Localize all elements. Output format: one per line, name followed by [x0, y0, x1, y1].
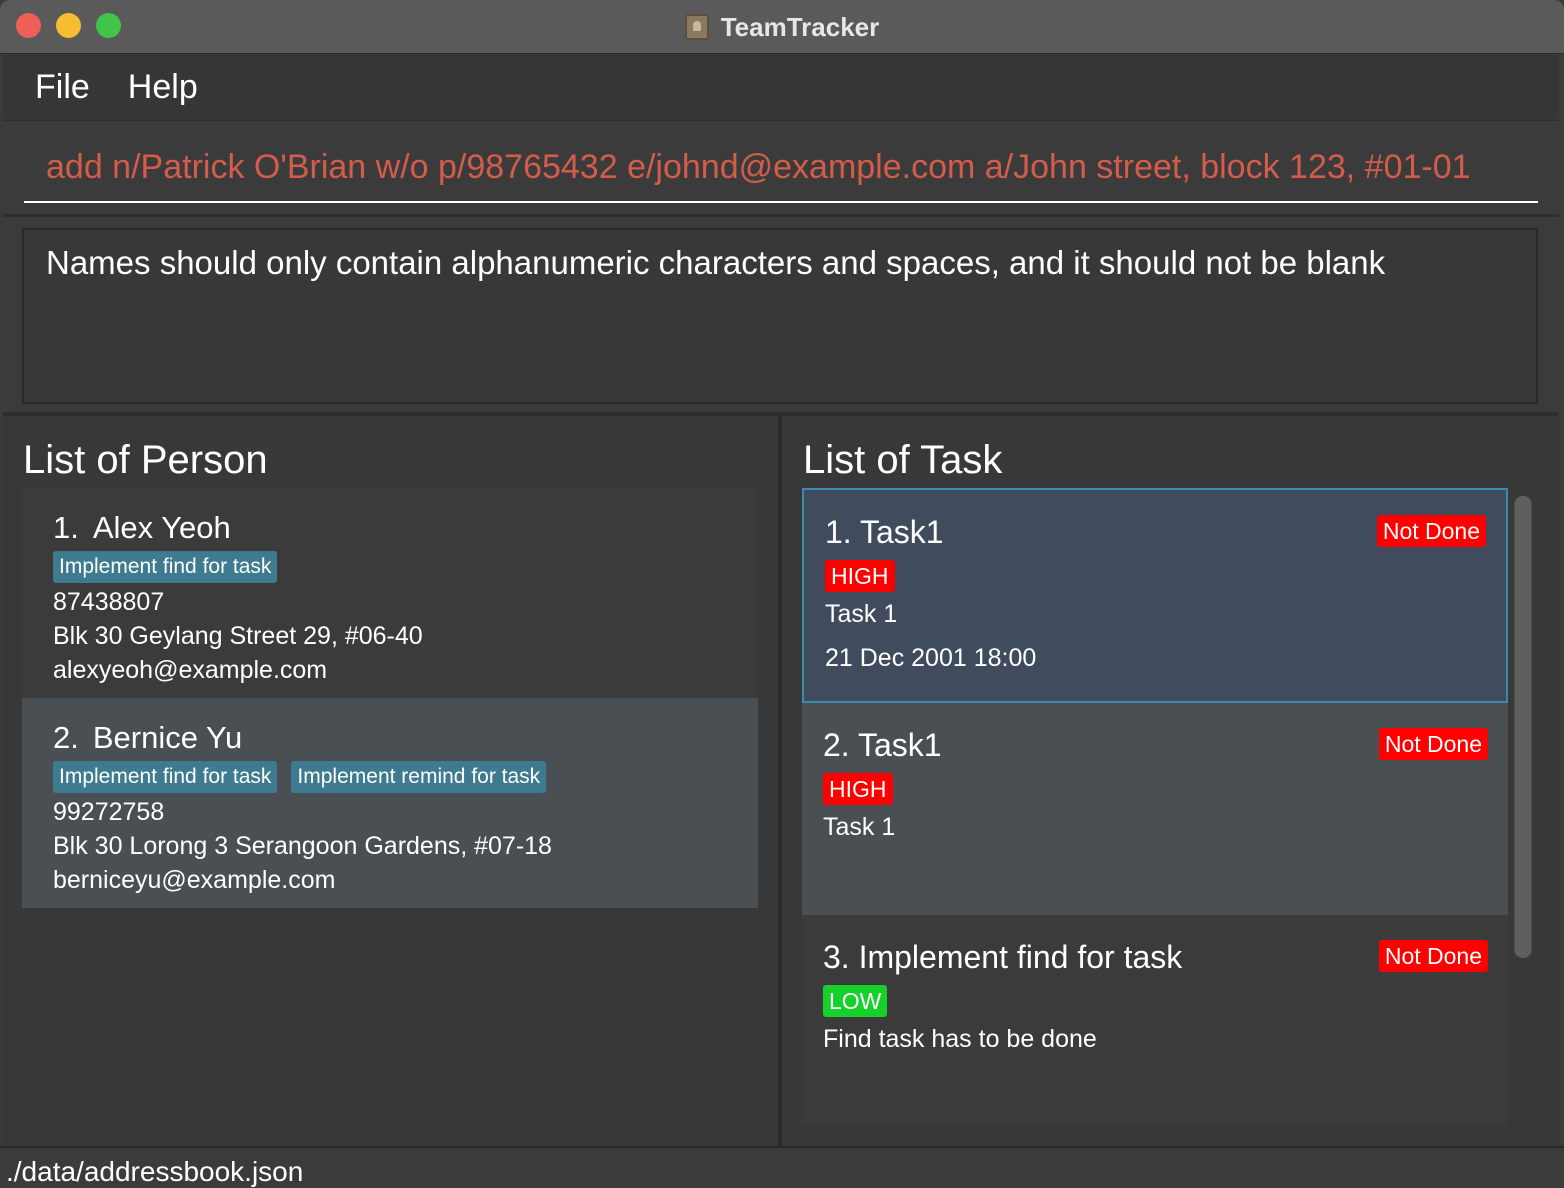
task-deadline: 21 Dec 2001 18:00: [825, 644, 1037, 672]
person-phone: 99272758: [53, 798, 165, 826]
person-tags: Implement find for task: [53, 551, 758, 583]
person-name: Alex Yeoh: [92, 510, 231, 545]
task-status-badge: Not Done: [1378, 940, 1488, 972]
task-description: Task 1: [823, 813, 896, 841]
person-tags: Implement find for task Implement remind…: [53, 761, 758, 793]
task-status-badge: Not Done: [1376, 515, 1486, 547]
person-tag: Implement find for task: [53, 761, 278, 793]
task-list-panel: List of Task 1. Task1 Not Done HIGH Task…: [782, 416, 1559, 1146]
status-bar: ./data/addressbook.json: [0, 1146, 1564, 1188]
task-card[interactable]: 3. Implement find for task Not Done LOW …: [802, 915, 1508, 1125]
scrollbar-thumb[interactable]: [1515, 496, 1531, 958]
menu-help[interactable]: Help: [128, 68, 198, 107]
result-display-panel: Names should only contain alphanumeric c…: [3, 214, 1559, 414]
contacts-book-icon: [684, 14, 709, 40]
person-email: alexyeoh@example.com: [53, 656, 328, 684]
title-bar: TeamTracker: [0, 0, 1564, 54]
person-phone: 87438807: [53, 588, 165, 616]
save-file-path: ./data/addressbook.json: [6, 1156, 304, 1187]
command-input[interactable]: [24, 133, 1538, 203]
person-email: berniceyu@example.com: [53, 866, 336, 894]
task-card-selected[interactable]: 1. Task1 Not Done HIGH Task 1 21 Dec 200…: [802, 488, 1508, 703]
task-description: Task 1: [825, 600, 898, 628]
person-tag: Implement remind for task: [291, 761, 547, 793]
task-priority-badge: HIGH: [825, 560, 895, 592]
menu-bar: File Help: [3, 55, 1559, 119]
person-list-heading: List of Person: [23, 438, 268, 482]
menu-file[interactable]: File: [35, 68, 90, 107]
person-list-panel: List of Person 1. Alex Yeoh Implement fin…: [3, 416, 778, 1146]
person-name-row: 2. Bernice Yu: [53, 716, 758, 760]
person-name: Bernice Yu: [92, 720, 243, 755]
person-address: Blk 30 Geylang Street 29, #06-40: [53, 622, 423, 650]
person-index: 1.: [53, 510, 79, 545]
person-name-row: 1. Alex Yeoh: [53, 506, 758, 550]
task-list-heading: List of Task: [803, 438, 1003, 482]
person-card[interactable]: 1. Alex Yeoh Implement find for task 8743…: [22, 488, 758, 698]
task-priority-badge: LOW: [823, 985, 888, 1017]
task-card[interactable]: 2. Task1 Not Done HIGH Task 1: [802, 703, 1508, 915]
task-status-badge: Not Done: [1378, 728, 1488, 760]
result-display: Names should only contain alphanumeric c…: [22, 228, 1538, 404]
window-title: TeamTracker: [720, 11, 880, 42]
person-tag: Implement find for task: [53, 551, 278, 583]
task-description: Find task has to be done: [823, 1025, 1097, 1053]
person-card[interactable]: 2. Bernice Yu Implement find for task Imp…: [22, 698, 758, 908]
person-index: 2.: [53, 720, 79, 755]
task-priority-badge: HIGH: [823, 773, 893, 805]
command-box: [3, 120, 1559, 213]
task-list-scrollbar[interactable]: [1514, 496, 1532, 958]
person-address: Blk 30 Lorong 3 Serangoon Gardens, #07-1…: [53, 832, 552, 860]
